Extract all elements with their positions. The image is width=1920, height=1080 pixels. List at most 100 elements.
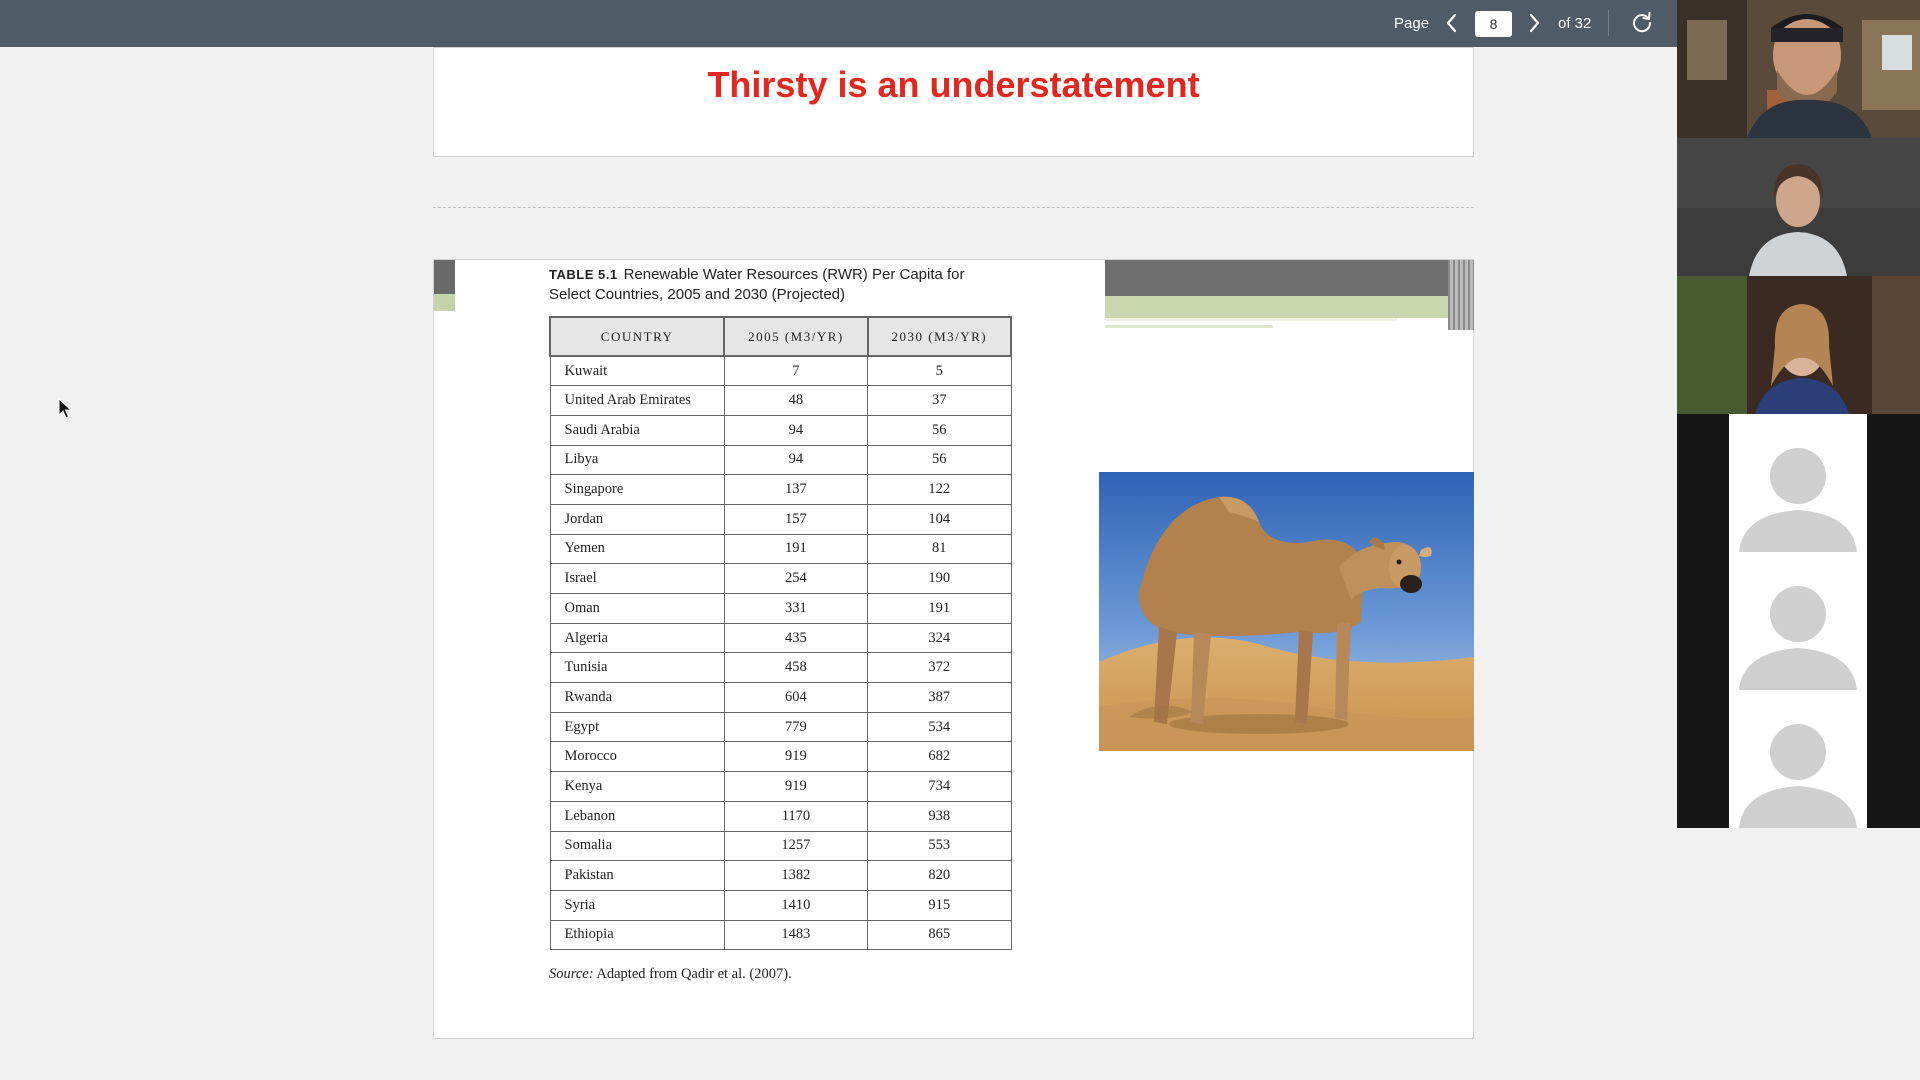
participant-avatar-2[interactable] xyxy=(1729,552,1867,690)
value-2005-cell: 919 xyxy=(723,741,869,773)
value-2005-cell: 157 xyxy=(723,503,869,535)
country-cell: Syria xyxy=(549,889,725,921)
country-cell: Saudi Arabia xyxy=(549,414,725,446)
country-cell: Egypt xyxy=(549,711,725,743)
table-row: Saudi Arabia 94 56 xyxy=(549,414,1012,446)
column-header: 2030 (m3/yr) xyxy=(866,316,1013,357)
country-cell: Morocco xyxy=(549,741,725,773)
table-row: Pakistan 1382 820 xyxy=(549,860,1012,891)
table-caption: TABLE 5.1 Renewable Water Resources (RWR)… xyxy=(549,265,979,305)
page-divider xyxy=(433,207,1474,208)
country-cell: Algeria xyxy=(549,622,725,654)
decorative-bar xyxy=(434,260,455,294)
user-silhouette-icon xyxy=(1739,724,1857,828)
country-cell: Tunisia xyxy=(549,652,725,684)
table-row: Algeria 435 324 xyxy=(549,622,1012,654)
value-2030-cell: 553 xyxy=(867,830,1012,862)
value-2005-cell: 919 xyxy=(723,771,869,802)
table-row: Jordan 157 104 xyxy=(549,503,1012,535)
pdf-viewer-screen: Page of 32 Thirsty is an understatement … xyxy=(0,0,1920,1080)
toolbar-divider xyxy=(1608,10,1609,36)
value-2030-cell: 865 xyxy=(867,919,1012,951)
table-body: Kuwait 7 5 United Arab Emirates 48 37 Saudi Ar… xyxy=(549,355,1012,951)
value-2005-cell: 779 xyxy=(723,711,869,743)
country-cell: Libya xyxy=(549,444,725,476)
column-header: Country xyxy=(548,316,726,357)
page-number-input[interactable] xyxy=(1475,11,1512,37)
chevron-left-icon xyxy=(1446,13,1457,33)
decorative-banner xyxy=(1105,260,1474,330)
table-row: Somalia 1257 553 xyxy=(549,830,1012,862)
value-2030-cell: 104 xyxy=(867,503,1012,535)
table-header-row: Country 2005 (m3/yr) 2030 (m3/yr) xyxy=(548,316,1013,357)
chevron-right-icon xyxy=(1529,13,1540,33)
participant-video-3[interactable] xyxy=(1677,276,1920,414)
value-2005-cell: 458 xyxy=(723,652,869,684)
country-cell: Rwanda xyxy=(549,682,725,713)
value-2030-cell: 915 xyxy=(867,889,1012,921)
value-2030-cell: 734 xyxy=(867,771,1012,802)
slide-title: Thirsty is an understatement xyxy=(707,64,1200,105)
value-2030-cell: 56 xyxy=(867,444,1012,476)
country-cell: Jordan xyxy=(549,503,725,535)
mouse-cursor-icon xyxy=(58,398,72,419)
user-silhouette-icon xyxy=(1739,448,1857,552)
table-row: Singapore 137 122 xyxy=(549,474,1012,505)
country-cell: Pakistan xyxy=(549,860,725,891)
value-2030-cell: 190 xyxy=(867,563,1012,594)
rotate-icon xyxy=(1633,12,1652,33)
table-row: United Arab Emirates 48 37 xyxy=(549,385,1012,416)
pdf-page-current: TABLE 5.1 Renewable Water Resources (RWR)… xyxy=(433,259,1474,1039)
value-2005-cell: 7 xyxy=(723,355,869,387)
value-2030-cell: 191 xyxy=(867,593,1012,624)
page-total: of 32 xyxy=(1558,15,1592,32)
table-row: Rwanda 604 387 xyxy=(549,682,1012,713)
table-row: Yemen 191 81 xyxy=(549,533,1012,565)
country-cell: Israel xyxy=(549,563,725,594)
value-2005-cell: 137 xyxy=(723,474,869,505)
value-2005-cell: 1483 xyxy=(723,919,869,951)
value-2005-cell: 94 xyxy=(723,444,869,476)
value-2005-cell: 604 xyxy=(723,682,869,713)
value-2005-cell: 1382 xyxy=(723,860,869,891)
source-text: Adapted from Qadir et al. (2007). xyxy=(596,966,792,982)
country-cell: Ethiopia xyxy=(549,919,725,951)
next-page-button[interactable] xyxy=(1523,10,1545,36)
value-2030-cell: 56 xyxy=(867,414,1012,446)
value-2030-cell: 122 xyxy=(867,474,1012,505)
water-resources-table: Country 2005 (m3/yr) 2030 (m3/yr) Kuwait… xyxy=(548,316,1013,951)
value-2030-cell: 938 xyxy=(867,800,1012,832)
value-2030-cell: 820 xyxy=(867,860,1012,891)
table-source: Source: Adapted from Qadir et al. (2007)… xyxy=(549,966,792,983)
value-2030-cell: 81 xyxy=(867,533,1012,565)
participant-video-2[interactable] xyxy=(1677,138,1920,276)
value-2005-cell: 94 xyxy=(723,414,869,446)
table-row: Tunisia 458 372 xyxy=(549,652,1012,684)
value-2030-cell: 324 xyxy=(867,622,1012,654)
table-row: Oman 331 191 xyxy=(549,593,1012,624)
refresh-button[interactable] xyxy=(1628,9,1656,37)
table-row: Israel 254 190 xyxy=(549,563,1012,594)
table-row: Morocco 919 682 xyxy=(549,741,1012,773)
country-cell: Kenya xyxy=(549,771,725,802)
table-row: Libya 94 56 xyxy=(549,444,1012,476)
column-header: 2005 (m3/yr) xyxy=(723,316,869,357)
table-number: TABLE 5.1 xyxy=(549,267,618,282)
value-2005-cell: 331 xyxy=(723,593,869,624)
camel-cow-image xyxy=(1099,472,1474,751)
country-cell: Oman xyxy=(549,593,725,624)
pdf-toolbar: Page of 32 xyxy=(0,0,1677,47)
user-silhouette-icon xyxy=(1739,586,1857,690)
country-cell: Singapore xyxy=(549,474,725,505)
country-cell: Yemen xyxy=(549,533,725,565)
country-cell: Lebanon xyxy=(549,800,725,832)
previous-page-button[interactable] xyxy=(1441,10,1463,36)
participant-avatar-1[interactable] xyxy=(1729,414,1867,552)
table-row: Lebanon 1170 938 xyxy=(549,800,1012,832)
participant-avatar-3[interactable] xyxy=(1729,690,1867,828)
country-cell: United Arab Emirates xyxy=(549,385,725,416)
page-label: Page xyxy=(1394,15,1430,32)
participant-video-1[interactable] xyxy=(1677,0,1920,138)
value-2030-cell: 387 xyxy=(867,682,1012,713)
table-row: Syria 1410 915 xyxy=(549,889,1012,921)
